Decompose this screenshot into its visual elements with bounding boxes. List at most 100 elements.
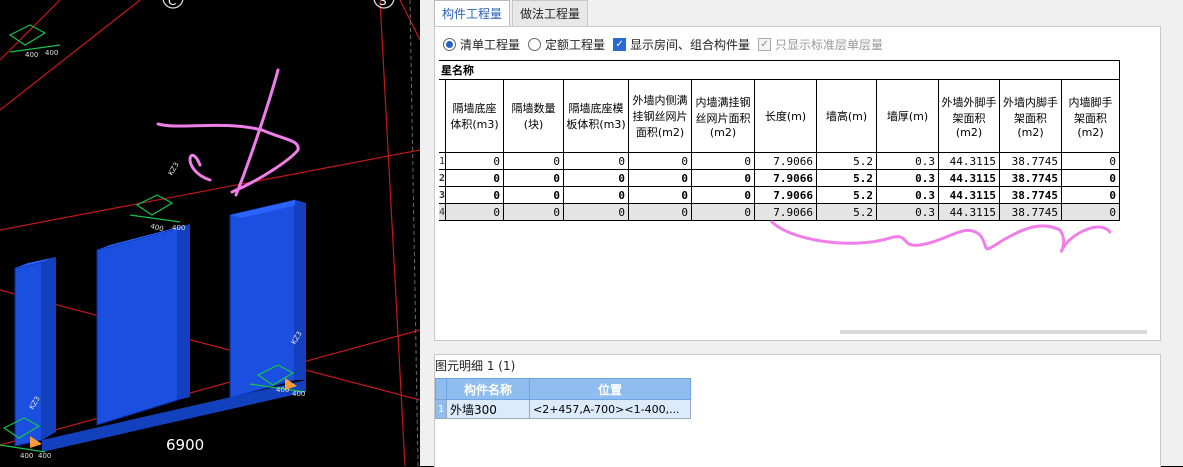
column-header[interactable]: 内墙满挂钢丝网片面积(m2) xyxy=(691,79,756,153)
detail-corner xyxy=(435,378,447,400)
column-header[interactable]: 外墙内脚手架面积(m2) xyxy=(999,79,1063,153)
table-cell[interactable]: 38.7745 xyxy=(999,152,1063,170)
std-floor-checkbox: ✓ 只显示标准层单层量 xyxy=(758,36,883,53)
model-viewport[interactable]: 400 400 400 400 400 400 400 400 KZ3 KZ3 KZ3 … xyxy=(0,0,420,466)
name-header: 星名称 xyxy=(439,60,1121,80)
table-cell[interactable]: 0 xyxy=(445,169,505,187)
element-detail-box: 图元明细 1 (1) 构件名称 位置 1 外墙300 <2+457,A-700>… xyxy=(434,354,1161,467)
options-bar: 清单工程量 定额工程量 ✓ 显示房间、组合构件量 ✓ 只显示标准层单层量 xyxy=(443,35,891,53)
show-rooms-checkbox[interactable]: ✓ 显示房间、组合构件量 xyxy=(613,36,750,53)
column-header[interactable]: 外墙内侧满挂钢丝网片面积(m2) xyxy=(628,79,693,153)
tab-bar: 构件工程量 做法工程量 xyxy=(434,0,590,28)
detail-table: 构件名称 位置 1 外墙300 <2+457,A-700><1-400,... xyxy=(435,378,691,419)
table-cell[interactable]: 38.7745 xyxy=(999,169,1063,187)
check-icon: ✓ xyxy=(613,37,627,51)
table-row[interactable]: 4 0 0 0 0 0 7.9066 5.2 0.3 44.3115 38.7745 0 xyxy=(439,203,1121,221)
table-cell[interactable]: 0 xyxy=(628,152,693,170)
table-cell[interactable]: 0 xyxy=(1061,152,1121,170)
table-cell[interactable]: 7.9066 xyxy=(754,186,818,204)
table-cell[interactable]: 0 xyxy=(563,203,630,221)
table-cell[interactable]: 0 xyxy=(563,186,630,204)
detail-col-position: 位置 xyxy=(529,378,691,400)
table-cell[interactable]: 0 xyxy=(628,186,693,204)
table-cell[interactable]: 0 xyxy=(691,169,756,187)
table-cell[interactable]: 0.3 xyxy=(876,203,940,221)
detail-title: 图元明细 1 (1) xyxy=(435,359,516,373)
table-cell[interactable]: 44.3115 xyxy=(938,203,1001,221)
quota-qty-radio[interactable]: 定额工程量 xyxy=(528,36,605,53)
table-cell[interactable]: 38.7745 xyxy=(999,186,1063,204)
tab-component-qty[interactable]: 构件工程量 xyxy=(434,0,511,28)
radio-off-icon xyxy=(528,37,542,51)
table-cell[interactable]: 0 xyxy=(503,169,565,187)
tab-method-qty[interactable]: 做法工程量 xyxy=(512,0,589,26)
table-cell[interactable]: 0 xyxy=(628,169,693,187)
column-header-row: 隔墙底座体积(m3) 隔墙数量(块) 隔墙底座模板体积(m3) 外墙内侧满挂钢丝网片面… xyxy=(439,79,1121,153)
detail-name-cell[interactable]: 外墙300 xyxy=(446,399,530,419)
bill-qty-radio[interactable]: 清单工程量 xyxy=(443,36,520,53)
viewport-canvas: 400 400 400 400 400 400 400 400 KZ3 KZ3 KZ3 … xyxy=(0,0,420,466)
svg-text:400: 400 xyxy=(25,51,38,59)
detail-position-cell[interactable]: <2+457,A-700><1-400,... xyxy=(529,399,691,419)
table-cell[interactable]: 0 xyxy=(628,203,693,221)
table-cell[interactable]: 0 xyxy=(691,203,756,221)
table-cell[interactable]: 0 xyxy=(503,152,565,170)
table-row[interactable]: 1 0 0 0 0 0 7.9066 5.2 0.3 44.3115 38.7745 0 xyxy=(439,152,1121,170)
column-header[interactable]: 隔墙底座体积(m3) xyxy=(445,79,505,153)
table-cell[interactable]: 0 xyxy=(445,186,505,204)
table-cell[interactable]: 0 xyxy=(1061,203,1121,221)
quantity-table-box: 清单工程量 定额工程量 ✓ 显示房间、组合构件量 ✓ 只显示标准层单层量 星名称 隔… xyxy=(434,26,1161,341)
column-header[interactable]: 内墙脚手架面积(m2) xyxy=(1061,79,1121,153)
svg-text:400: 400 xyxy=(38,452,51,460)
column-header[interactable]: 外墙外脚手架面积(m2) xyxy=(938,79,1001,153)
wall-label: KZ3 xyxy=(167,161,181,177)
table-cell[interactable]: 7.9066 xyxy=(754,152,818,170)
table-cell[interactable]: 5.2 xyxy=(816,203,878,221)
dimension-label: 6900 xyxy=(166,436,204,454)
table-cell[interactable]: 0.3 xyxy=(876,152,940,170)
quantity-rows: 1 0 0 0 0 0 7.9066 5.2 0.3 44.3115 38.7745 0 2 0 0 0 0 0 7… xyxy=(439,152,1121,221)
table-cell[interactable]: 0 xyxy=(503,186,565,204)
table-cell[interactable]: 44.3115 xyxy=(938,186,1001,204)
table-cell[interactable]: 38.7745 xyxy=(999,203,1063,221)
table-cell[interactable]: 44.3115 xyxy=(938,152,1001,170)
table-cell[interactable]: 7.9066 xyxy=(754,203,818,221)
svg-text:400: 400 xyxy=(172,224,185,232)
freehand-annotation xyxy=(156,68,300,197)
detail-row-number: 1 xyxy=(435,399,447,419)
table-row[interactable]: 2 0 0 0 0 0 7.9066 5.2 0.3 44.3115 38.7745 0 xyxy=(439,169,1121,187)
quantity-table: 星名称 隔墙底座体积(m3) 隔墙数量(块) 隔墙底座模板体积(m3) 外墙内侧满挂钢… xyxy=(439,60,1121,221)
table-cell[interactable]: 0 xyxy=(563,169,630,187)
table-cell[interactable]: 44.3115 xyxy=(938,169,1001,187)
table-cell[interactable]: 0 xyxy=(1061,169,1121,187)
horizontal-scrollbar[interactable] xyxy=(840,330,1147,334)
detail-col-name: 构件名称 xyxy=(446,378,530,400)
column-header[interactable]: 墙厚(m) xyxy=(876,79,940,153)
svg-text:400: 400 xyxy=(20,452,33,460)
column-header[interactable]: 隔墙底座模板体积(m3) xyxy=(563,79,630,153)
column-header[interactable]: 隔墙数量(块) xyxy=(503,79,565,153)
table-cell[interactable]: 0 xyxy=(691,186,756,204)
table-cell[interactable]: 5.2 xyxy=(816,186,878,204)
table-cell[interactable]: 0 xyxy=(445,152,505,170)
axis-label-s: S xyxy=(379,0,387,8)
table-cell[interactable]: 0.3 xyxy=(876,186,940,204)
table-cell[interactable]: 0 xyxy=(563,152,630,170)
column-header[interactable]: 墙高(m) xyxy=(816,79,878,153)
svg-text:400: 400 xyxy=(149,222,164,233)
column-header[interactable]: 长度(m) xyxy=(754,79,818,153)
table-cell[interactable]: 5.2 xyxy=(816,169,878,187)
table-cell[interactable]: 0 xyxy=(691,152,756,170)
wall-blocks[interactable] xyxy=(14,199,306,452)
table-cell[interactable]: 0 xyxy=(503,203,565,221)
grid-lines xyxy=(0,0,420,466)
check-icon: ✓ xyxy=(758,37,772,51)
table-cell[interactable]: 0.3 xyxy=(876,169,940,187)
table-row[interactable]: 3 0 0 0 0 0 7.9066 5.2 0.3 44.3115 38.7745 0 xyxy=(439,186,1121,204)
table-cell[interactable]: 7.9066 xyxy=(754,169,818,187)
table-cell[interactable]: 5.2 xyxy=(816,152,878,170)
detail-row[interactable]: 1 外墙300 <2+457,A-700><1-400,... xyxy=(435,399,691,419)
table-cell[interactable]: 0 xyxy=(1061,186,1121,204)
svg-text:400: 400 xyxy=(292,390,305,398)
table-cell[interactable]: 0 xyxy=(445,203,505,221)
